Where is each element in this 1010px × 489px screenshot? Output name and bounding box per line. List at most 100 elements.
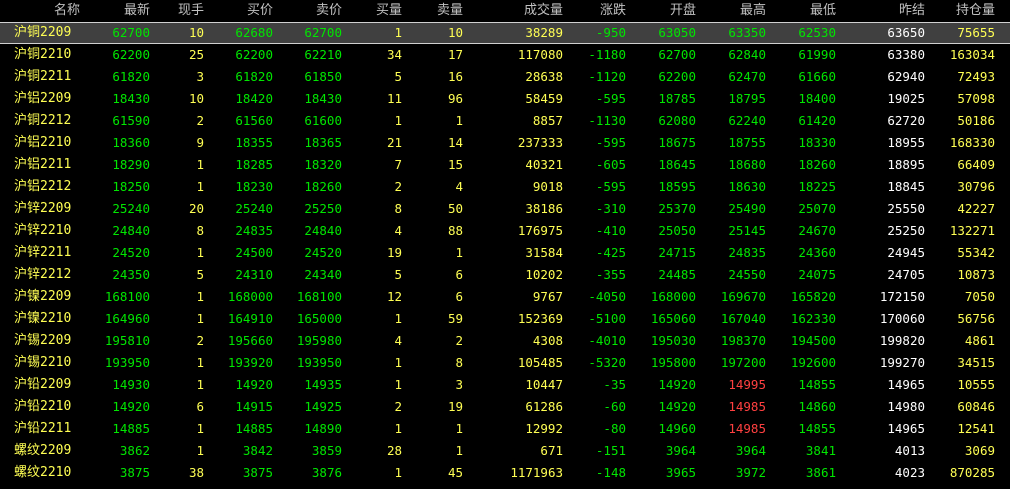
ask-cell: 18365 — [304, 135, 342, 150]
table-row[interactable]: 沪锌2211 24520 1 24500 24520 19 1 31584 -425 24715 2… — [0, 242, 1010, 264]
change-cell: -35 — [603, 377, 626, 392]
contract-name: 沪锌2211 — [14, 242, 71, 264]
high-cell: 169670 — [720, 289, 766, 304]
table-row[interactable]: 沪锌2210 24840 8 24835 24840 4 88 176975 -410 25050… — [0, 220, 1010, 242]
ask-cell: 168100 — [296, 289, 342, 304]
last-cell: 24840 — [112, 223, 150, 238]
contract-month: 2209 — [40, 443, 72, 458]
bid-volume-cell: 5 — [394, 69, 402, 84]
volume-cell: 40321 — [525, 157, 563, 172]
table-row[interactable]: 沪铅2209 14930 1 14920 14935 1 3 10447 -35 14920 149… — [0, 374, 1010, 396]
ask-cell: 165000 — [296, 311, 342, 326]
contract-product: 沪锡 — [14, 333, 41, 348]
prev-settle-cell: 19025 — [887, 91, 925, 106]
open-cell: 168000 — [650, 289, 696, 304]
open-interest-cell: 57098 — [957, 91, 995, 106]
contract-product: 沪铜 — [14, 113, 41, 128]
low-cell: 3861 — [805, 465, 836, 480]
table-row[interactable]: 螺纹2209 3862 1 3842 3859 28 1 671 -151 3964 3964 384… — [0, 440, 1010, 462]
contract-name: 沪铜2209 — [14, 23, 71, 43]
low-cell: 24670 — [798, 223, 836, 238]
low-cell: 165820 — [790, 289, 836, 304]
low-cell: 194500 — [790, 333, 836, 348]
volume-cell: 10447 — [525, 377, 563, 392]
header-last-col[interactable]: 最新 — [124, 0, 150, 22]
bid-volume-cell: 1 — [394, 113, 402, 128]
header-volume-col[interactable]: 成交量 — [524, 0, 563, 22]
open-interest-cell: 30796 — [957, 179, 995, 194]
table-row[interactable]: 沪锡2209 195810 2 195660 195980 4 2 4308 -4010 1950… — [0, 330, 1010, 352]
header-open-interest-col[interactable]: 持仓量 — [956, 0, 995, 22]
contract-name: 沪锌2212 — [14, 264, 71, 286]
contract-product: 沪铝 — [14, 157, 41, 172]
table-row[interactable]: 沪镍2210 164960 1 164910 165000 1 59 152369 -5100 1… — [0, 308, 1010, 330]
last-cell: 24350 — [112, 267, 150, 282]
table-row[interactable]: 沪铝2212 18250 1 18230 18260 2 4 9018 -595 18595 186… — [0, 176, 1010, 198]
header-current-volume-col[interactable]: 现手 — [178, 0, 204, 22]
ask-cell: 14890 — [304, 421, 342, 436]
ask-cell: 61600 — [304, 113, 342, 128]
open-interest-cell: 132271 — [949, 223, 995, 238]
header-bid-col[interactable]: 买价 — [247, 0, 273, 22]
table-row[interactable]: 沪铝2211 18290 1 18285 18320 7 15 40321 -605 18645 1… — [0, 154, 1010, 176]
table-row[interactable]: 沪铜2210 62200 25 62200 62210 34 17 117080 -1180 62… — [0, 44, 1010, 66]
contract-name: 沪锌2209 — [14, 198, 71, 220]
low-cell: 14855 — [798, 421, 836, 436]
table-row[interactable]: 沪铅2211 14885 1 14885 14890 1 1 12992 -80 14960 149… — [0, 418, 1010, 440]
table-row[interactable]: 沪锌2212 24350 5 24310 24340 5 6 10202 -355 24485 24… — [0, 264, 1010, 286]
low-cell: 61990 — [798, 47, 836, 62]
change-cell: -4050 — [588, 289, 626, 304]
low-cell: 62530 — [798, 25, 836, 40]
volume-cell: 105485 — [517, 355, 563, 370]
header-change-col[interactable]: 涨跌 — [600, 0, 626, 22]
table-row[interactable]: 沪铝2209 18430 10 18420 18430 11 96 58459 -595 1878… — [0, 88, 1010, 110]
bid-cell: 195660 — [227, 333, 273, 348]
prev-settle-cell: 14965 — [887, 377, 925, 392]
header-prev-settle-col[interactable]: 昨结 — [899, 0, 925, 22]
table-row[interactable]: 沪镍2209 168100 1 168000 168100 12 6 9767 -4050 168… — [0, 286, 1010, 308]
last-cell: 14930 — [112, 377, 150, 392]
ask-volume-cell: 8 — [455, 355, 463, 370]
last-cell: 18360 — [112, 135, 150, 150]
open-cell: 18645 — [658, 157, 696, 172]
header-high-col[interactable]: 最高 — [740, 0, 766, 22]
open-cell: 14920 — [658, 377, 696, 392]
current-volume-cell: 3 — [196, 69, 204, 84]
table-row[interactable]: 沪铜2209 62700 10 62680 62700 1 10 38289 -950 63050… — [0, 22, 1010, 44]
header-bid-volume-col[interactable]: 买量 — [376, 0, 402, 22]
header-low-col[interactable]: 最低 — [810, 0, 836, 22]
table-row[interactable]: 沪铜2211 61820 3 61820 61850 5 16 28638 -1120 62200… — [0, 66, 1010, 88]
table-row[interactable]: 沪铅2210 14920 6 14915 14925 2 19 61286 -60 14920 14… — [0, 396, 1010, 418]
prev-settle-cell: 63380 — [887, 47, 925, 62]
bid-volume-cell: 4 — [394, 223, 402, 238]
last-cell: 25240 — [112, 201, 150, 216]
table-row[interactable]: 沪锡2210 193950 1 193920 193950 1 8 105485 -5320 19… — [0, 352, 1010, 374]
ask-volume-cell: 17 — [447, 47, 463, 62]
table-row[interactable]: 沪锌2209 25240 20 25240 25250 8 50 38186 -310 25370… — [0, 198, 1010, 220]
table-row[interactable]: 沪铝2210 18360 9 18355 18365 21 14 237333 -595 1867… — [0, 132, 1010, 154]
change-cell: -310 — [595, 201, 626, 216]
contract-name: 沪铅2211 — [14, 418, 71, 440]
open-cell: 18785 — [658, 91, 696, 106]
prev-settle-cell: 62940 — [887, 69, 925, 84]
ask-cell: 62210 — [304, 47, 342, 62]
bid-cell: 62200 — [235, 47, 273, 62]
header-ask-col[interactable]: 卖价 — [316, 0, 342, 22]
bid-volume-cell: 1 — [394, 25, 402, 40]
prev-settle-cell: 63650 — [887, 25, 925, 40]
table-row[interactable]: 沪铜2212 61590 2 61560 61600 1 1 8857 -1130 62080 62… — [0, 110, 1010, 132]
change-cell: -148 — [595, 465, 626, 480]
header-open-col[interactable]: 开盘 — [670, 0, 696, 22]
current-volume-cell: 6 — [196, 399, 204, 414]
last-cell: 18290 — [112, 157, 150, 172]
table-row[interactable]: 螺纹2210 3875 38 3875 3876 1 45 1171963 -148 3965 39… — [0, 462, 1010, 484]
contract-product: 沪锌 — [14, 223, 41, 238]
open-interest-cell: 12541 — [957, 421, 995, 436]
header-ask-volume-col[interactable]: 卖量 — [437, 0, 463, 22]
open-cell: 3965 — [665, 465, 696, 480]
change-cell: -1120 — [588, 69, 626, 84]
header-name-col[interactable]: 名称 — [54, 0, 80, 22]
bid-cell: 18285 — [235, 157, 273, 172]
bid-volume-cell: 11 — [386, 91, 402, 106]
prev-settle-cell: 170060 — [879, 311, 925, 326]
